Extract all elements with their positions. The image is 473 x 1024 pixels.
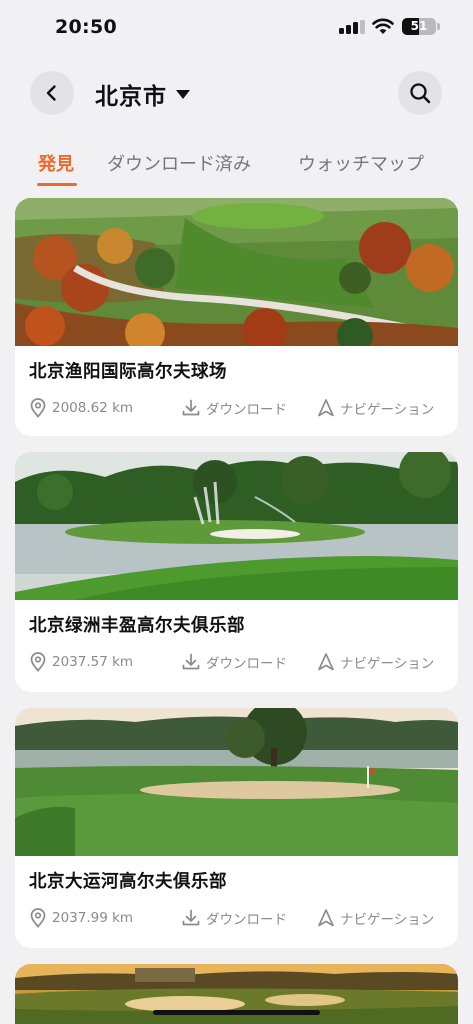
navigation-button[interactable]: ナビゲーション bbox=[317, 650, 434, 674]
course-name: 北京渔阳国际高尔夫球场 bbox=[29, 362, 227, 382]
distance-info: 2008.62 km bbox=[29, 396, 133, 420]
city-name: 北京市 bbox=[95, 84, 167, 110]
battery-level: 51 bbox=[410, 19, 428, 33]
status-bar: 20:50 51 bbox=[0, 0, 473, 56]
navigation-label: ナビゲーション bbox=[340, 912, 435, 928]
course-name: 北京绿洲丰盈高尔夫俱乐部 bbox=[29, 616, 245, 636]
search-icon bbox=[410, 83, 431, 104]
location-pin-icon bbox=[30, 398, 46, 418]
course-meta: 2037.57 km ダウンロード ナビゲーション bbox=[15, 650, 458, 674]
search-button[interactable] bbox=[398, 71, 442, 115]
home-indicator bbox=[153, 1010, 320, 1015]
distance-info: 2037.99 km bbox=[29, 906, 133, 930]
distance-info: 2037.57 km bbox=[29, 650, 133, 674]
course-meta: 2008.62 km ダウンロード ナビゲーション bbox=[15, 396, 458, 420]
distance-text: 2008.62 km bbox=[52, 400, 134, 416]
course-photo bbox=[15, 964, 458, 1024]
course-name: 北京大运河高尔夫俱乐部 bbox=[29, 872, 227, 892]
distance-text: 2037.57 km bbox=[52, 654, 134, 670]
cellular-signal-icon bbox=[339, 20, 365, 34]
course-photo bbox=[15, 198, 458, 346]
wifi-icon bbox=[372, 17, 394, 35]
chevron-left-icon bbox=[46, 85, 56, 101]
download-icon bbox=[182, 399, 200, 416]
navigation-button[interactable]: ナビゲーション bbox=[317, 396, 434, 420]
tab-downloaded[interactable]: ダウンロード済み bbox=[107, 150, 251, 176]
battery-icon: 51 bbox=[402, 18, 436, 35]
tab-watch-map[interactable]: ウォッチマップ bbox=[298, 150, 424, 176]
active-tab-indicator bbox=[37, 183, 77, 186]
city-selector[interactable]: 北京市 bbox=[95, 77, 190, 111]
location-pin-icon bbox=[30, 652, 46, 672]
download-label: ダウンロード bbox=[206, 402, 287, 418]
course-card[interactable] bbox=[15, 964, 458, 1024]
navigation-arrow-icon bbox=[318, 653, 334, 671]
navigation-arrow-icon bbox=[318, 909, 334, 927]
navigation-arrow-icon bbox=[318, 399, 334, 417]
navigation-label: ナビゲーション bbox=[340, 402, 435, 418]
back-button[interactable] bbox=[30, 71, 74, 115]
location-pin-icon bbox=[30, 908, 46, 928]
download-label: ダウンロード bbox=[206, 656, 287, 672]
tab-bar: 発見 ダウンロード済み ウォッチマップ bbox=[0, 146, 473, 192]
caret-down-icon bbox=[176, 89, 190, 99]
course-card[interactable]: 北京绿洲丰盈高尔夫俱乐部 2037.57 km ダウンロード ナビゲーション bbox=[15, 452, 458, 692]
download-icon bbox=[182, 653, 200, 670]
navigation-button[interactable]: ナビゲーション bbox=[317, 906, 434, 930]
course-photo bbox=[15, 452, 458, 600]
download-button[interactable]: ダウンロード bbox=[181, 650, 287, 674]
course-card[interactable]: 北京渔阳国际高尔夫球场 2008.62 km ダウンロード ナビゲーション bbox=[15, 198, 458, 436]
course-card[interactable]: 北京大运河高尔夫俱乐部 2037.99 km ダウンロード ナビゲーション bbox=[15, 708, 458, 948]
download-icon bbox=[182, 909, 200, 926]
download-button[interactable]: ダウンロード bbox=[181, 906, 287, 930]
download-button[interactable]: ダウンロード bbox=[181, 396, 287, 420]
battery-cap bbox=[437, 23, 440, 30]
course-photo bbox=[15, 708, 458, 856]
tab-discover[interactable]: 発見 bbox=[38, 150, 74, 176]
distance-text: 2037.99 km bbox=[52, 910, 134, 926]
download-label: ダウンロード bbox=[206, 912, 287, 928]
status-time: 20:50 bbox=[55, 16, 117, 38]
course-meta: 2037.99 km ダウンロード ナビゲーション bbox=[15, 906, 458, 930]
navigation-label: ナビゲーション bbox=[340, 656, 435, 672]
